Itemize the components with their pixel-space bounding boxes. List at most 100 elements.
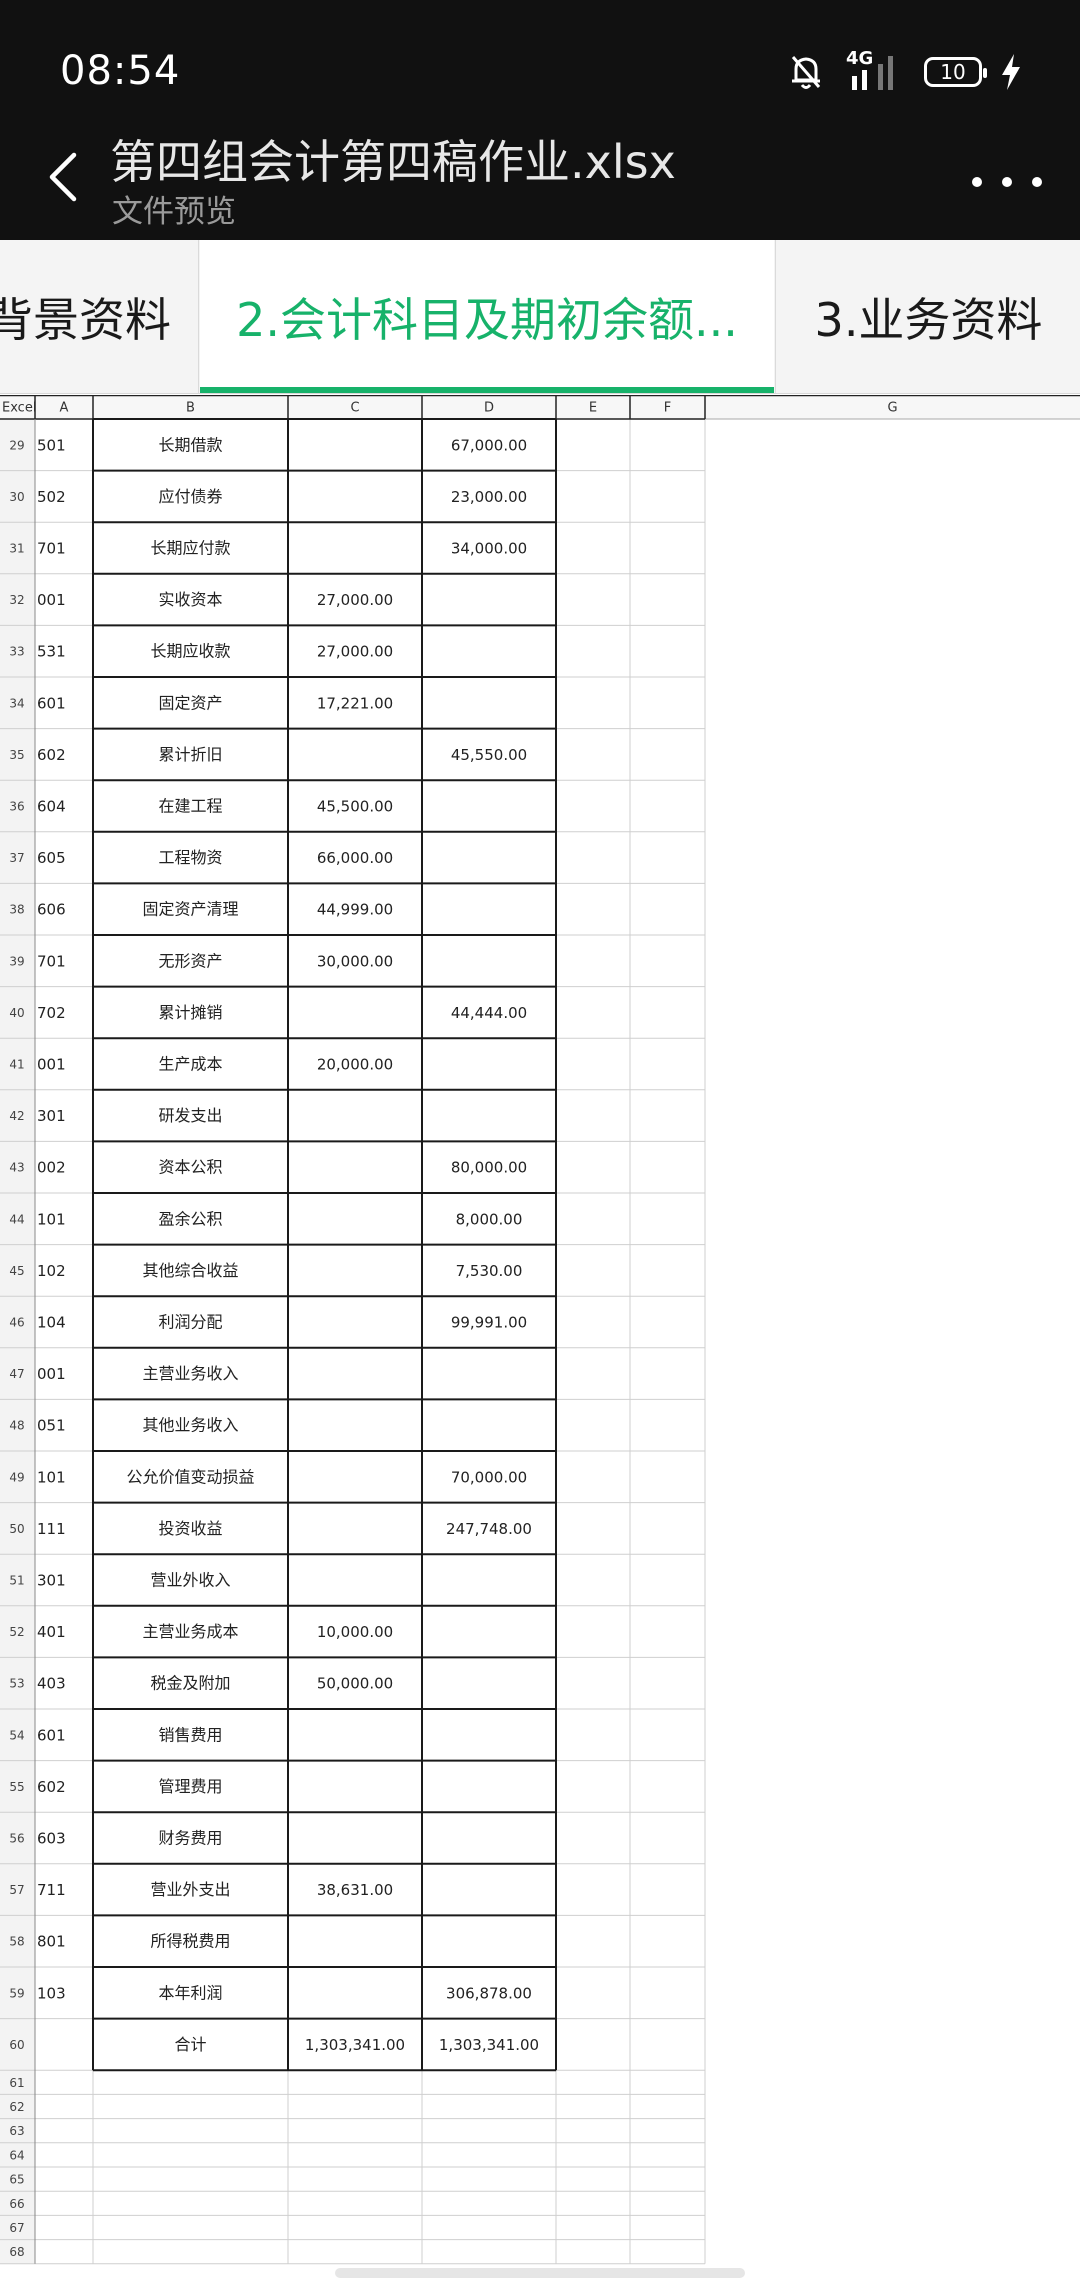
charging-icon (1002, 54, 1020, 90)
battery-icon: 10 (924, 57, 987, 87)
cell-account-code: 111 (37, 1520, 66, 1538)
cell-account-code: 403 (37, 1675, 66, 1693)
cell-account-code: 104 (37, 1314, 66, 1332)
corner-label: Excel (2, 401, 36, 416)
cell-account-code: 702 (37, 1004, 66, 1022)
cell-account-code: 603 (37, 1830, 66, 1848)
cell-debit: 20,000.00 (317, 1056, 393, 1074)
row-number: 45 (9, 1264, 24, 1278)
tab-accounts-opening-balance[interactable]: 2.会计科目及期初余额... (200, 240, 774, 393)
cell-account-code: 002 (37, 1159, 66, 1177)
cell-account-name: 实收资本 (158, 590, 222, 609)
more-options-button[interactable] (972, 162, 1042, 202)
row-number: 57 (9, 1883, 24, 1897)
tab-label: 3.业务资料 (814, 292, 1043, 347)
row-number: 62 (9, 2100, 24, 2114)
cell-debit: 27,000.00 (317, 643, 393, 661)
row-number: 32 (9, 593, 24, 607)
cell-account-name: 管理费用 (158, 1777, 222, 1796)
cell-account-code: 502 (37, 488, 66, 506)
app-header: 第四组会计第四稿作业.xlsx 文件预览 (0, 120, 1080, 240)
row-number: 55 (9, 1780, 24, 1794)
tab-business-info[interactable]: 3.业务资料 (775, 240, 1080, 393)
column-header-e: E (589, 401, 597, 416)
row-number: 50 (9, 1522, 24, 1536)
active-tab-indicator (200, 387, 774, 393)
cell-account-name: 财务费用 (158, 1829, 222, 1848)
cell-account-name: 累计折旧 (158, 745, 222, 764)
row-number: 37 (9, 851, 24, 865)
row-number: 47 (9, 1367, 24, 1381)
cell-account-name: 长期应付款 (150, 539, 230, 558)
cell-account-code: 606 (37, 901, 66, 919)
row-number: 42 (9, 1109, 24, 1123)
more-dot-icon (972, 177, 982, 187)
cell-credit: 44,444.00 (451, 1004, 527, 1022)
cell-debit: 17,221.00 (317, 694, 393, 712)
cell-credit: 1,303,341.00 (439, 2036, 539, 2054)
cell-credit: 99,991.00 (451, 1314, 527, 1332)
cell-account-name: 累计摊销 (158, 1003, 222, 1022)
cell-account-name: 固定资产清理 (142, 900, 238, 919)
cell-account-code: 602 (37, 746, 66, 764)
cell-account-name: 主营业务成本 (142, 1622, 238, 1641)
cell-account-code: 801 (37, 1933, 66, 1951)
cell-account-name: 生产成本 (158, 1055, 222, 1074)
cell-account-name: 资本公积 (158, 1158, 222, 1177)
cell-credit: 80,000.00 (451, 1159, 527, 1177)
cell-debit: 10,000.00 (317, 1623, 393, 1641)
status-time: 08:54 (60, 48, 181, 94)
row-number: 51 (9, 1574, 24, 1588)
row-number: 38 (9, 903, 24, 917)
cell-account-code: 102 (37, 1262, 66, 1280)
row-number: 59 (9, 1986, 24, 2000)
status-icons: 4G 10 (788, 48, 1022, 94)
row-number: 52 (9, 1625, 24, 1639)
status-bar: 08:54 4G 10 (0, 0, 1080, 120)
cell-account-code: 701 (37, 952, 66, 970)
cell-account-code: 401 (37, 1623, 66, 1641)
more-dot-icon (1032, 177, 1042, 187)
cell-account-name: 研发支出 (158, 1106, 222, 1125)
cell-account-name: 无形资产 (158, 951, 222, 970)
row-number: 31 (9, 542, 24, 556)
cell-debit: 38,631.00 (317, 1881, 393, 1899)
cell-credit: 70,000.00 (451, 1468, 527, 1486)
row-number: 58 (9, 1935, 24, 1949)
cell-debit: 45,500.00 (317, 798, 393, 816)
cell-account-name: 在建工程 (158, 797, 222, 816)
row-number: 65 (9, 2173, 24, 2187)
column-header-a: A (60, 401, 69, 416)
cell-credit: 8,000.00 (456, 1210, 523, 1228)
battery-level: 10 (940, 60, 966, 84)
cell-account-name: 其他综合收益 (142, 1261, 238, 1280)
row-number: 44 (9, 1212, 24, 1226)
cell-account-name: 合计 (174, 2035, 206, 2054)
file-title: 第四组会计第四稿作业.xlsx (110, 135, 676, 189)
scroll-indicator[interactable] (335, 2268, 745, 2278)
bell-muted-icon (791, 56, 821, 89)
column-header-b: B (186, 401, 195, 416)
row-number: 33 (9, 645, 24, 659)
back-button[interactable] (28, 142, 98, 212)
cell-account-code: 711 (37, 1881, 66, 1899)
cell-account-code: 601 (37, 1726, 66, 1744)
row-number: 41 (9, 1058, 24, 1072)
spreadsheet-svg: Excel A B C D E F G 29 501 长期借款 67,000.00 30 502 应付债券 2… (0, 395, 1080, 2265)
column-header-f: F (664, 401, 671, 416)
cell-credit: 23,000.00 (451, 488, 527, 506)
cell-account-code: 101 (37, 1210, 66, 1228)
row-number: 48 (9, 1419, 24, 1433)
spreadsheet-grid[interactable]: Excel A B C D E F G 29 501 长期借款 67,000.00 30 502 应付债券 2… (0, 395, 1080, 2280)
row-number: 36 (9, 800, 24, 814)
cell-credit: 34,000.00 (451, 540, 527, 558)
tab-background-info[interactable]: 背景资料 (0, 240, 199, 393)
signal-icon: 4G (842, 48, 906, 92)
chevron-left-icon (49, 152, 77, 202)
cell-account-code: 604 (37, 798, 66, 816)
cell-account-name: 盈余公积 (158, 1209, 222, 1228)
cell-debit: 30,000.00 (317, 952, 393, 970)
cell-credit: 306,878.00 (446, 1984, 532, 2002)
cell-account-name: 利润分配 (158, 1313, 222, 1332)
cell-account-code: 101 (37, 1468, 66, 1486)
